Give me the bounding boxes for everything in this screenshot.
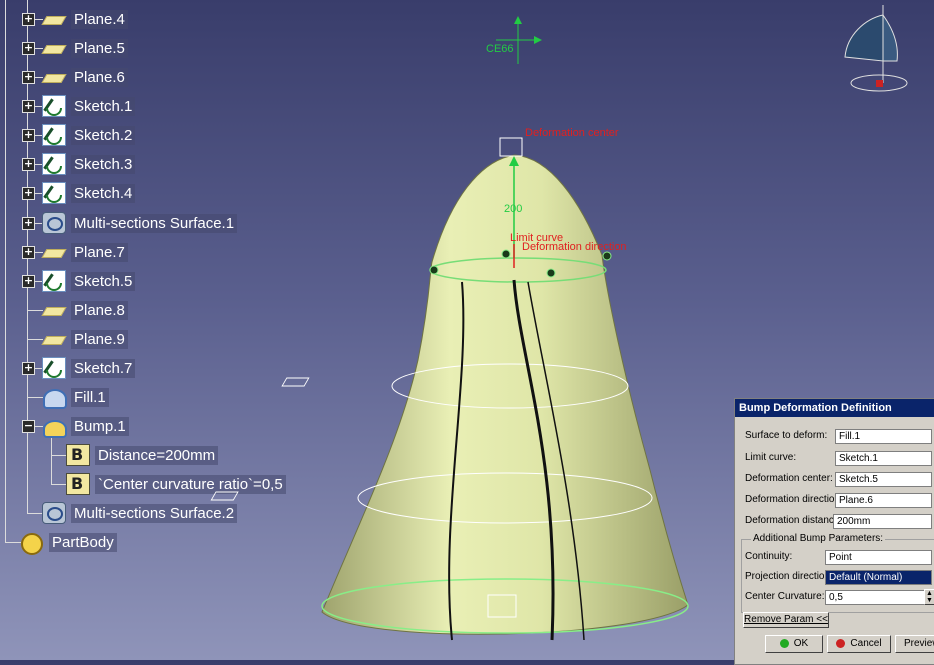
plane-marker-2 [210,491,239,501]
center-curvature-input[interactable]: 0,5 [825,590,926,605]
point-marker-1 [501,249,511,259]
deformation-distance-input[interactable]: 200mm [833,514,932,529]
deformation-center-field-label: Deformation center: [745,473,833,484]
preview-button-label: Preview [904,638,934,649]
dimension-value-label: 200 [504,203,522,215]
point-marker-2 [546,268,556,278]
cancel-button-label: Cancel [850,638,882,649]
surface-to-deform-label: Surface to deform: [745,430,828,441]
ok-button[interactable]: OK [765,635,823,653]
plane-marker-1 [281,377,310,387]
compass-widget[interactable] [835,5,915,95]
bell-surface [321,154,689,635]
plane-marker-top [499,137,523,157]
ok-icon [779,638,789,648]
projection-direction-select[interactable]: Default (Normal) [825,570,932,585]
ok-button-label: OK [793,638,809,649]
deformation-direction-field-label: Deformation direction: [745,494,843,505]
continuity-select[interactable]: Point [825,550,932,565]
top-axis-label: CE66 [486,43,514,55]
deformation-direction-label: Deformation direction [522,241,627,253]
limit-curve-field[interactable]: Sketch.1 [835,451,932,466]
deformation-center-field[interactable]: Sketch.5 [835,472,932,487]
projection-direction-label: Projection direction: [745,571,833,582]
remove-param-button[interactable]: Remove Param << [743,612,829,628]
surface-to-deform-field[interactable]: Fill.1 [835,429,932,444]
cancel-button[interactable]: Cancel [827,635,891,653]
deformation-direction-field[interactable]: Plane.6 [835,493,932,508]
deformation-distance-label: Deformation distance: [745,515,843,526]
limit-curve-field-label: Limit curve: [745,452,797,463]
preview-button[interactable]: Preview [895,635,934,653]
center-curvature-label: Center Curvature: [745,591,825,602]
bump-deformation-dialog: Bump Deformation Definition Surface to d… [734,398,934,665]
additional-params-title: Additional Bump Parameters: [751,532,886,546]
point-marker-3 [429,265,439,275]
continuity-label: Continuity: [745,551,793,562]
top-axis-indicator [496,16,542,64]
point-marker-4 [602,251,612,261]
dialog-title[interactable]: Bump Deformation Definition [735,399,934,417]
cancel-icon [836,638,846,648]
center-curvature-spinner[interactable]: ▲ ▼ [924,589,934,605]
deformation-center-label: Deformation center [525,127,619,139]
